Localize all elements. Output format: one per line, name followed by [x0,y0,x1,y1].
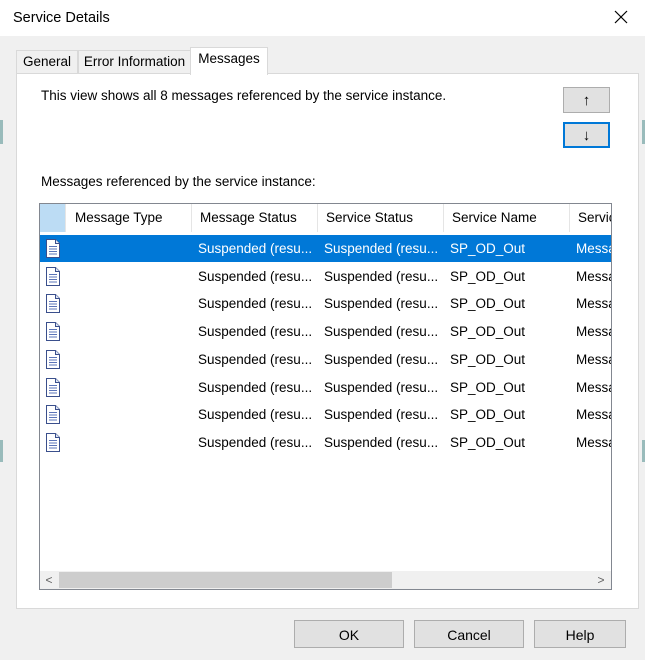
intro-text: This view shows all 8 messages reference… [41,88,447,103]
scroll-right-icon[interactable]: > [592,571,610,589]
document-icon [46,432,60,452]
cell-message-status: Suspended (resu... [198,324,313,340]
ok-button[interactable]: OK [294,620,404,648]
document-icon [46,266,60,286]
table-row[interactable]: Suspended (resu... Suspended (resu... SP_O… [40,429,612,456]
cell-service-name: SP_OD_Out [450,351,526,367]
cell-service-status: Suspended (resu... [324,434,439,450]
cell-service-status: Suspended (resu... [324,407,439,423]
cell-message-status: Suspended (resu... [198,379,313,395]
document-icon [46,405,60,425]
column-header-service-status[interactable]: Service Status [318,204,444,232]
cell-message-status: Suspended (resu... [198,351,313,367]
scrollbar-thumb[interactable] [59,572,392,588]
table-row[interactable]: Suspended (resu... Suspended (resu... SP_O… [40,235,612,262]
service-details-dialog: Service Details General Error Informatio… [0,0,645,660]
scroll-left-icon[interactable]: < [40,571,58,589]
cell-service-class: Messa [576,268,612,284]
document-icon [46,349,60,369]
cell-service-status: Suspended (resu... [324,268,439,284]
cell-message-status: Suspended (resu... [198,241,313,256]
column-header-message-type[interactable]: Message Type [66,204,192,232]
document-icon [46,377,60,397]
cell-service-name: SP_OD_Out [450,296,526,312]
table-row[interactable]: Suspended (resu... Suspended (resu... SP_O… [40,318,612,345]
document-icon [46,322,60,342]
cell-service-status: Suspended (resu... [324,241,439,256]
cell-service-name: SP_OD_Out [450,434,526,450]
cell-service-class: Messa [576,351,612,367]
cell-service-class: Messa [576,296,612,312]
background-window-edge [0,120,3,144]
column-header-service-name[interactable]: Service Name [444,204,570,232]
column-header-icon[interactable] [40,204,66,232]
column-header-service-class[interactable]: Servic [570,204,611,232]
cell-service-status: Suspended (resu... [324,296,439,312]
table-row[interactable]: Suspended (resu... Suspended (resu... SP_O… [40,263,612,290]
move-down-button[interactable]: ↓ [563,122,610,148]
cell-service-class: Messa [576,379,612,395]
window-title: Service Details [13,10,110,26]
cell-service-name: SP_OD_Out [450,241,526,256]
close-icon [614,10,628,24]
table-row[interactable]: Suspended (resu... Suspended (resu... SP_O… [40,290,612,317]
list-header: Message Type Message Status Service Stat… [40,204,611,232]
cell-service-status: Suspended (resu... [324,351,439,367]
move-up-button[interactable]: ↑ [563,87,610,113]
help-button[interactable]: Help [534,620,626,648]
cell-service-class: Messa [576,241,612,256]
table-row[interactable]: Suspended (resu... Suspended (resu... SP_O… [40,401,612,428]
cell-service-status: Suspended (resu... [324,324,439,340]
cell-service-name: SP_OD_Out [450,407,526,423]
document-icon [46,239,60,258]
cell-service-class: Messa [576,434,612,450]
table-row[interactable]: Suspended (resu... Suspended (resu... SP_O… [40,374,612,401]
list-label: Messages referenced by the service insta… [41,174,316,189]
cell-service-name: SP_OD_Out [450,268,526,284]
document-icon [46,294,60,314]
cell-service-class: Messa [576,407,612,423]
messages-list[interactable]: Message Type Message Status Service Stat… [39,203,612,590]
cancel-button[interactable]: Cancel [414,620,524,648]
background-window-edge [0,440,3,462]
table-row[interactable]: Suspended (resu... Suspended (resu... SP_O… [40,346,612,373]
cell-service-name: SP_OD_Out [450,379,526,395]
cell-message-status: Suspended (resu... [198,434,313,450]
close-button[interactable] [600,2,642,32]
tab-error-information[interactable]: Error Information [78,50,191,73]
title-bar: Service Details [0,0,645,36]
cell-service-status: Suspended (resu... [324,379,439,395]
column-header-message-status[interactable]: Message Status [192,204,318,232]
cell-message-status: Suspended (resu... [198,296,313,312]
cell-service-class: Messa [576,324,612,340]
cell-message-status: Suspended (resu... [198,268,313,284]
cell-service-name: SP_OD_Out [450,324,526,340]
cell-message-status: Suspended (resu... [198,407,313,423]
tab-general[interactable]: General [16,50,78,73]
horizontal-scrollbar[interactable]: < > [40,571,611,589]
tab-messages[interactable]: Messages [190,47,268,75]
